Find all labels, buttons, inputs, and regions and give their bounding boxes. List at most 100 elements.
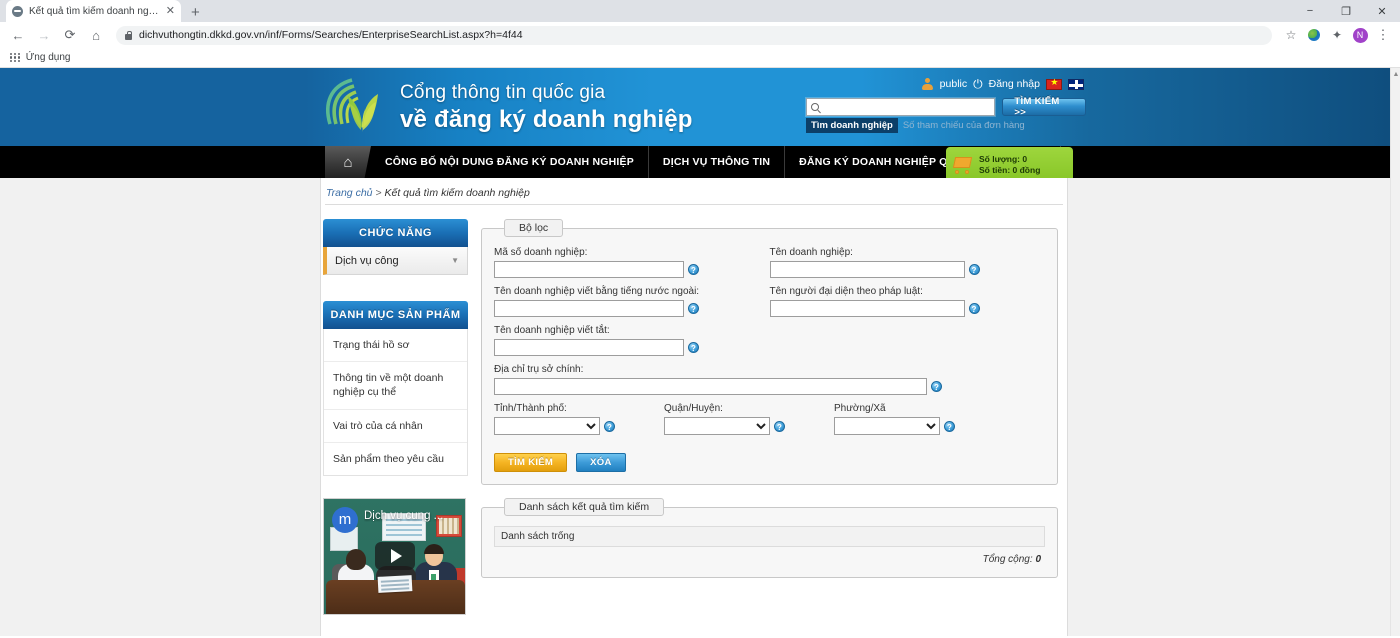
sidebar-item-thong-tin-doanh-nghiep[interactable]: Thông tin về một doanh nghiệp cụ thể [324,362,467,410]
bookmark-apps-label[interactable]: Ứng dụng [26,52,71,63]
address-bar[interactable]: dichvuthongtin.dkkd.gov.vn/inf/Forms/Sea… [116,25,1272,45]
cart-summary: Số lượng: 0 Số tiền: 0 đồng [979,154,1040,175]
help-icon[interactable]: ? [968,264,980,275]
flag-vietnam-icon[interactable] [1046,77,1062,90]
foreign-name-input[interactable] [494,300,684,317]
filter-search-button[interactable]: TÌM KIẾM [494,453,568,472]
header-search-button[interactable]: TÌM KIẾM >> [1002,96,1086,118]
breadcrumb: Trang chủ > Kết quả tìm kiếm doanh nghiệ… [321,178,1067,199]
brand-line-1: Cổng thông tin quốc gia [400,82,606,103]
help-icon[interactable]: ? [774,420,785,432]
help-icon[interactable]: ? [944,420,955,432]
page-background: Trang chủ > Kết quả tìm kiếm doanh nghiệ… [0,178,1390,636]
video-paper [377,574,413,593]
url-text: dichvuthongtin.dkkd.gov.vn/inf/Forms/Sea… [139,29,523,41]
province-select[interactable] [494,417,600,435]
forward-button[interactable]: → [32,23,56,47]
sidebar-catalog-list: Trạng thái hồ sơ Thông tin về một doanh … [323,329,468,476]
main-column: Bộ lọc Mã số doanh nghiệp: ? Tên doanh n… [481,219,1062,615]
lock-icon [125,30,133,40]
tab-search-enterprise[interactable]: Tìm doanh nghiệp [806,118,898,133]
nav-item-dich-vu-thong-tin[interactable]: DỊCH VỤ THÔNG TIN [649,146,786,178]
page-scrollbar[interactable]: ▲ [1390,68,1400,636]
brand-line-2: về đăng ký doanh nghiệp [400,106,693,133]
tab-title: Kết quả tìm kiếm doanh nghiệp [29,5,160,17]
flag-uk-icon[interactable] [1068,78,1084,90]
browser-tab[interactable]: Kết quả tìm kiếm doanh nghiệp ✕ [6,0,181,22]
breadcrumb-current: Kết quả tìm kiếm doanh nghiệp [384,187,530,199]
cart-amount: Số tiền: 0 đồng [979,165,1041,175]
login-link[interactable]: Đăng nhập [989,78,1040,90]
sidebar-functions-title: CHỨC NĂNG [323,219,468,247]
results-legend: Danh sách kết quả tìm kiếm [504,498,665,516]
sidebar-item-trang-thai-ho-so[interactable]: Trạng thái hồ sơ [324,329,467,363]
filter-panel: Bộ lọc Mã số doanh nghiệp: ? Tên doanh n… [481,219,1058,485]
legal-rep-input[interactable] [769,300,965,317]
back-button[interactable]: ← [6,23,30,47]
filter-legend: Bộ lọc [504,219,564,237]
browser-titlebar: Kết quả tìm kiếm doanh nghiệp ✕ + − ❐ ✕ [0,0,1400,22]
home-button[interactable]: ⌂ [84,23,108,47]
address-input[interactable] [494,378,927,395]
ward-select[interactable] [834,417,940,435]
site-logo[interactable] [322,74,402,140]
filter-clear-button[interactable]: XÓA [576,453,626,472]
cart-quantity: Số lượng: 0 [979,154,1028,165]
help-icon[interactable]: ? [688,264,699,275]
help-icon[interactable]: ? [688,342,699,353]
header-search-field[interactable] [806,98,996,116]
reload-button[interactable]: ⟳ [58,23,82,47]
enterprise-name-input[interactable] [769,261,965,278]
help-icon[interactable]: ? [968,303,980,314]
filter-row-3-spacer [770,325,1046,364]
minimize-button[interactable]: − [1292,0,1328,22]
browser-window: Kết quả tìm kiếm doanh nghiệp ✕ + − ❐ ✕ … [0,0,1400,638]
results-panel: Danh sách kết quả tìm kiếm Danh sách trố… [481,498,1058,578]
bookmark-star-icon[interactable]: ☆ [1280,24,1302,46]
extensions-puzzle-icon[interactable]: ✦ [1326,24,1348,46]
account-bar: public ⏻ Đăng nhập [806,74,1086,94]
enterprise-code-label: Mã số doanh nghiệp: [494,247,588,258]
close-tab-icon[interactable]: ✕ [166,5,175,17]
nav-home-button[interactable]: ⌂ [325,146,371,178]
sidebar-item-dich-vu-cong[interactable]: Dịch vụ công ▼ [323,247,468,275]
sidebar-item-san-pham-theo-yeu-cau[interactable]: Sản phẩm theo yêu cầu [324,442,467,475]
district-select[interactable] [664,417,770,435]
search-icon [811,103,819,111]
nav-item-cong-bo[interactable]: CÔNG BỐ NỘI DUNG ĐĂNG KÝ DOANH NGHIỆP [371,146,649,178]
field-enterprise-name: Tên doanh nghiệp: ? [769,247,1046,286]
search-input[interactable] [823,100,991,114]
sidebar-item-dich-vu-cong-label: Dịch vụ công [335,254,399,267]
video-play-button[interactable] [374,542,415,571]
help-icon[interactable]: ? [604,420,615,432]
scroll-up-arrow-icon[interactable]: ▲ [1391,68,1400,80]
legal-rep-label: Tên người đại diện theo pháp luật: [769,286,923,297]
results-total: Tổng cộng: 0 [494,554,1045,565]
home-icon: ⌂ [343,153,353,171]
power-icon[interactable]: ⏻ [973,78,983,90]
apps-grid-icon[interactable] [10,52,20,63]
extension-globe-icon[interactable] [1303,24,1325,46]
sidebar-video-thumbnail[interactable]: m Dịch vụ cung ... [323,497,466,615]
sidebar: CHỨC NĂNG Dịch vụ công ▼ DANH MỤC SẢN PH… [323,219,468,615]
sidebar-catalog-title: DANH MỤC SẢN PHẨM [323,301,468,329]
profile-avatar[interactable]: N [1349,24,1371,46]
foreign-name-label: Tên doanh nghiệp viết bằng tiếng nước ng… [494,286,700,297]
tab-search-order-ref[interactable]: Số tham chiếu của đơn hàng [898,118,1030,133]
new-tab-button[interactable]: + [191,5,200,22]
cart-icon [952,156,974,174]
short-name-input[interactable] [494,339,684,356]
enterprise-code-input[interactable] [494,261,684,278]
browser-menu-icon[interactable]: ⋮ [1372,24,1394,46]
help-icon[interactable]: ? [931,381,942,392]
breadcrumb-home[interactable]: Trang chủ [326,187,373,199]
video-person-left-head [346,548,366,570]
puzzle-glyph: ✦ [1331,28,1343,42]
maximize-button[interactable]: ❐ [1328,0,1364,22]
star-glyph: ☆ [1285,28,1297,42]
close-window-button[interactable]: ✕ [1364,0,1400,22]
sidebar-item-vai-tro-ca-nhan[interactable]: Vai trò của cá nhân [324,409,467,443]
main-navigation: ⌂ CÔNG BỐ NỘI DUNG ĐĂNG KÝ DOANH NGHIỆP … [0,146,1390,183]
help-icon[interactable]: ? [688,303,699,314]
toolbar-actions: ☆ ✦ N ⋮ [1280,24,1394,46]
